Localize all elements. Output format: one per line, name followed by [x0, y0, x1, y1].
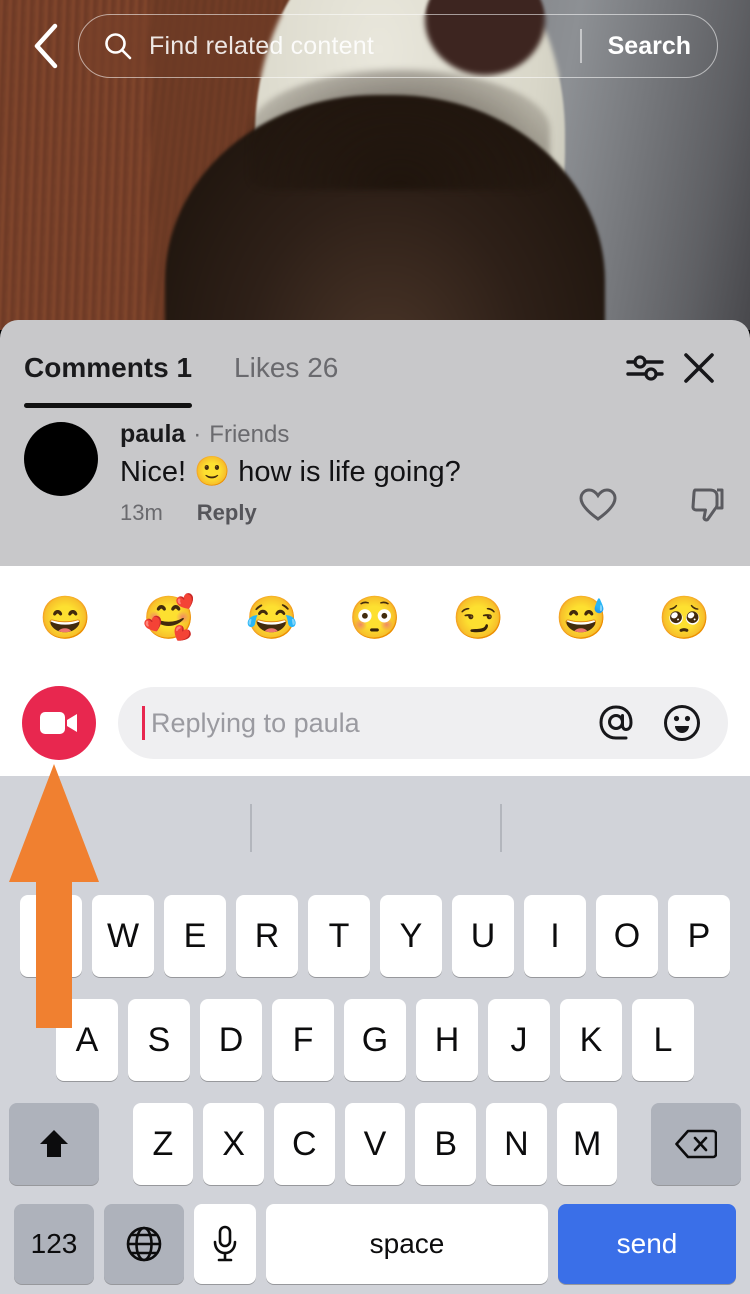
tab-comments[interactable]: Comments 1 [24, 320, 193, 416]
quick-emoji-bar: 😄 🥰 😂 😳 😏 😅 🥺 [0, 566, 750, 670]
search-field[interactable]: Find related content Search [78, 14, 718, 78]
tears-of-joy-emoji[interactable]: 😂 [246, 597, 298, 639]
key-h[interactable]: H [416, 999, 478, 1081]
keyboard-row-2: A S D F G H J K L [0, 988, 750, 1092]
key-d[interactable]: D [200, 999, 262, 1081]
key-u[interactable]: U [452, 895, 514, 977]
microphone-icon [213, 1225, 237, 1262]
key-microphone[interactable] [194, 1204, 256, 1284]
close-comments-button[interactable] [672, 341, 726, 395]
sliders-icon [626, 355, 664, 381]
search-submit-button[interactable]: Search [582, 32, 717, 61]
mention-button[interactable] [596, 703, 636, 743]
comment-filter-button[interactable] [618, 341, 672, 395]
comments-tab-bar: Comments 1 Likes 26 [0, 320, 750, 416]
key-t[interactable]: T [308, 895, 370, 977]
smiling-face-hearts-emoji[interactable]: 🥰 [143, 597, 195, 639]
comment-dislike-button[interactable] [690, 486, 726, 524]
comment-header: paula · Friends [120, 420, 726, 449]
search-icon [103, 31, 133, 61]
reply-input-bar: Replying to paula [0, 670, 750, 776]
reply-input-field[interactable]: Replying to paula [118, 687, 728, 759]
globe-language-icon [126, 1226, 162, 1262]
tab-comments-label: Comments 1 [24, 352, 193, 383]
on-screen-keyboard: Q W E R T Y U I O P A S D F G H J K L Z … [0, 776, 750, 1294]
comment-relationship-label: Friends [209, 421, 290, 448]
emoji-picker-button[interactable] [662, 703, 702, 743]
comment-list-item[interactable]: paula · Friends Nice! 🙂 how is life goin… [0, 416, 750, 526]
key-numbers[interactable]: 123 [14, 1204, 94, 1284]
key-g[interactable]: G [344, 999, 406, 1081]
suggestion-divider-right [500, 804, 502, 852]
key-y[interactable]: Y [380, 895, 442, 977]
key-i[interactable]: I [524, 895, 586, 977]
key-j[interactable]: J [488, 999, 550, 1081]
avatar[interactable] [24, 422, 98, 496]
back-button[interactable] [18, 18, 74, 74]
key-backspace[interactable] [650, 1103, 742, 1185]
smirking-face-emoji[interactable]: 😏 [452, 597, 504, 639]
key-k[interactable]: K [560, 999, 622, 1081]
key-space[interactable]: space [266, 1204, 548, 1284]
heart-outline-icon [579, 488, 617, 521]
key-r[interactable]: R [236, 895, 298, 977]
chevron-left-icon [34, 23, 58, 69]
keyboard-row-4: 123 space send [0, 1196, 750, 1292]
key-l[interactable]: L [632, 999, 694, 1081]
top-search-bar: Find related content Search [0, 0, 750, 92]
key-o[interactable]: O [596, 895, 658, 977]
key-z[interactable]: Z [132, 1103, 194, 1185]
key-v[interactable]: V [344, 1103, 406, 1185]
key-n[interactable]: N [486, 1103, 547, 1185]
comment-username[interactable]: paula [120, 420, 185, 449]
comment-separator: · [193, 421, 202, 448]
key-p[interactable]: P [668, 895, 730, 977]
key-x[interactable]: X [203, 1103, 264, 1185]
emoji-face-icon [664, 705, 700, 741]
comments-panel: Comments 1 Likes 26 paula · Friends Nice… [0, 320, 750, 566]
key-globe[interactable] [104, 1204, 184, 1284]
text-cursor [142, 706, 145, 740]
thumbs-down-icon [691, 488, 724, 522]
comment-text: Nice! 🙂 how is life going? [120, 456, 461, 488]
comment-action-icons [578, 486, 726, 524]
key-b[interactable]: B [415, 1103, 477, 1185]
tab-likes[interactable]: Likes 26 [234, 320, 338, 416]
reply-input-placeholder: Replying to paula [151, 707, 360, 738]
keyboard-row-1: Q W E R T Y U I O P [0, 884, 750, 988]
key-w[interactable]: W [92, 895, 154, 977]
key-s[interactable]: S [128, 999, 190, 1081]
comment-like-button[interactable] [578, 487, 618, 523]
suggestion-divider-left [250, 804, 252, 852]
pleading-face-emoji[interactable]: 🥺 [658, 597, 710, 639]
video-comment-button[interactable] [22, 686, 96, 760]
key-m[interactable]: M [556, 1103, 618, 1185]
key-send[interactable]: send [558, 1204, 736, 1284]
search-input[interactable]: Find related content [149, 32, 580, 61]
keyboard-suggestion-bar [0, 776, 750, 884]
backspace-delete-icon [675, 1129, 717, 1159]
at-mention-icon [599, 705, 633, 740]
video-camera-icon [40, 712, 77, 734]
shift-up-arrow-icon [40, 1130, 69, 1157]
comment-timestamp: 13m [120, 499, 163, 525]
key-q[interactable]: Q [20, 895, 82, 977]
key-f[interactable]: F [272, 999, 334, 1081]
key-c[interactable]: C [273, 1103, 335, 1185]
comment-body: paula · Friends Nice! 🙂 how is life goin… [120, 420, 726, 526]
comment-reply-button[interactable]: Reply [197, 500, 257, 526]
grinning-sweat-emoji[interactable]: 😅 [555, 597, 607, 639]
tab-likes-label: Likes 26 [234, 352, 339, 383]
key-e[interactable]: E [164, 895, 226, 977]
close-icon [684, 353, 714, 383]
flushed-face-emoji[interactable]: 😳 [349, 597, 401, 639]
keyboard-row-3: Z X C V B N M [0, 1092, 750, 1196]
grinning-smiling-eyes-emoji[interactable]: 😄 [39, 597, 91, 639]
key-shift[interactable] [8, 1103, 100, 1185]
screen-root: Find related content Search Comments 1 L… [0, 0, 750, 1294]
key-a[interactable]: A [56, 999, 118, 1081]
